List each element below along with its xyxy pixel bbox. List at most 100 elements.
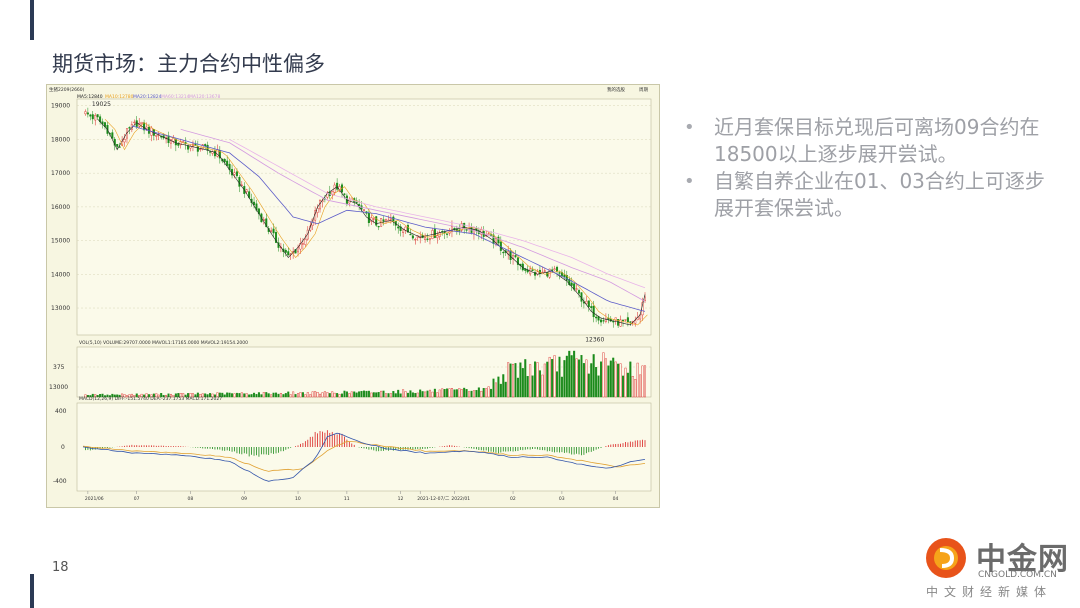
price-legend-4: MA120:13678: [189, 94, 221, 100]
price-y-tick: 17000: [51, 170, 70, 177]
price-y-tick: 13000: [51, 305, 70, 312]
volume-bar: [426, 390, 429, 398]
volume-bar: [548, 356, 551, 398]
candle-body: [622, 319, 625, 322]
volume-bar: [538, 370, 541, 398]
volume-bar: [414, 392, 417, 398]
volume-bar: [450, 388, 453, 398]
volume-bar: [235, 392, 238, 398]
volume-bar: [416, 392, 419, 398]
candle-body: [446, 233, 449, 235]
candle-body: [578, 290, 581, 294]
volume-bar: [470, 390, 473, 398]
volume-bar: [333, 392, 336, 398]
volume-bar: [624, 367, 627, 398]
candle-body: [363, 209, 366, 211]
volume-bar: [433, 388, 436, 398]
candle-body: [209, 151, 212, 153]
volume-bar: [582, 363, 585, 398]
volume-bar: [436, 392, 439, 398]
candle-body: [409, 233, 412, 236]
candle-body: [145, 126, 148, 129]
candle-body: [84, 111, 87, 115]
candle-body: [436, 235, 439, 239]
candle-body: [216, 149, 219, 157]
volume-bar: [316, 392, 319, 398]
volume-bar: [490, 388, 493, 398]
volume-bar: [617, 363, 620, 398]
volume-bar: [570, 355, 573, 398]
volume-bar: [345, 391, 348, 398]
volume-bar: [331, 391, 334, 398]
volume-bar: [494, 382, 497, 398]
low-annotation: 12360: [585, 337, 604, 344]
volume-bar: [411, 392, 414, 398]
candle-body: [463, 222, 466, 229]
candle-body: [514, 255, 517, 258]
x-tick-label: 09: [241, 496, 247, 502]
volume-bar: [485, 388, 488, 398]
candle-body: [140, 121, 143, 124]
candle-body: [297, 247, 300, 253]
volume-bar: [392, 391, 395, 398]
volume-bar: [428, 389, 431, 398]
volume-bar: [321, 392, 324, 398]
x-tick-label: 07: [134, 496, 140, 502]
candle-body: [245, 189, 248, 192]
candle-body: [196, 146, 199, 152]
bullet-list: • 近月套保目标兑现后可离场09合约在18500以上逐步展开尝试。 • 自繁自养企业…: [684, 114, 1054, 222]
macd-header: MACD(12,26,9) DIFF:-151.5740 DEA:-237.17…: [79, 396, 222, 402]
volume-bar: [622, 375, 625, 398]
volume-bar: [568, 350, 571, 398]
candle-body: [133, 121, 136, 124]
volume-bar: [424, 391, 427, 398]
price-legend-0: MA5:12840: [77, 94, 103, 100]
volume-bar: [328, 393, 331, 398]
volume-bar: [463, 387, 466, 398]
price-y-tick: 18000: [51, 136, 70, 143]
candle-body: [123, 139, 126, 143]
volume-bar: [397, 389, 400, 398]
volume-bar: [553, 355, 556, 398]
candle-body: [331, 191, 334, 195]
candle-body: [602, 320, 605, 322]
candle-body: [336, 182, 339, 190]
candle-body: [272, 228, 275, 234]
volume-bar: [453, 389, 456, 398]
candle-body: [590, 306, 593, 308]
candle-body: [284, 249, 287, 253]
volume-bar: [255, 394, 258, 398]
bottom-accent-bar: [30, 574, 34, 608]
volume-bar: [556, 371, 559, 398]
candle-body: [128, 127, 131, 129]
candle-body: [187, 145, 190, 150]
volume-bar: [641, 365, 644, 398]
candle-body: [111, 132, 114, 139]
futures-chart-panel: 19000 18000 17000 16000 15000 14000 13000 生猪220…: [46, 84, 660, 508]
volume-bar: [275, 392, 278, 398]
x-tick-label: 08: [188, 496, 194, 502]
volume-bar: [265, 392, 268, 398]
volume-bar: [338, 394, 341, 398]
candle-body: [563, 274, 566, 277]
volume-bar: [336, 393, 339, 398]
top-right-label-1: 我的选股: [607, 86, 625, 93]
volume-header: VOL(5,10) VOLUME:29707.0000 MAVOL1:17165…: [79, 340, 248, 346]
volume-bar: [507, 362, 510, 398]
volume-bar: [551, 359, 554, 398]
bullet-item-1: • 近月套保目标兑现后可离场09合约在18500以上逐步展开尝试。: [684, 115, 1040, 166]
price-y-tick: 19000: [51, 103, 70, 110]
volume-bar: [341, 393, 344, 398]
candle-body: [238, 177, 241, 187]
volume-bar: [448, 388, 451, 398]
volume-bar: [431, 391, 434, 398]
volume-bar: [536, 362, 539, 398]
volume-bar: [443, 389, 446, 398]
candle-body: [235, 171, 238, 177]
volume-bar: [492, 378, 495, 398]
volume-bar: [297, 393, 300, 398]
volume-y-tick: 13000: [49, 384, 68, 391]
volume-bar: [270, 394, 273, 398]
top-right-label-2: 周期: [639, 87, 648, 93]
volume-bar: [558, 356, 561, 398]
